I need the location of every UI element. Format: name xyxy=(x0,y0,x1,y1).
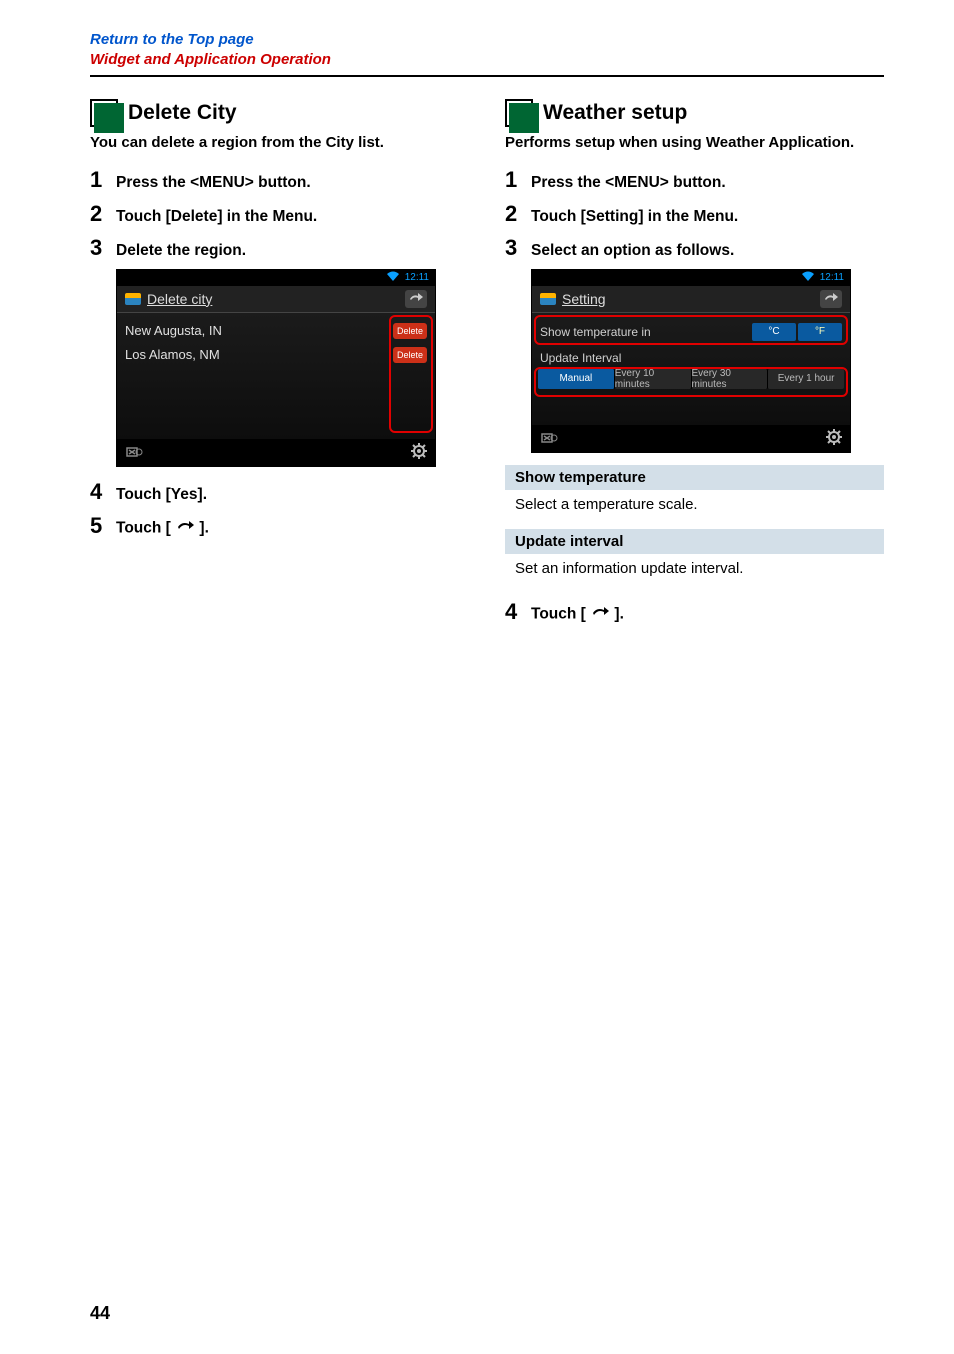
section-intro: You can delete a region from the City li… xyxy=(90,133,469,153)
desc-heading-show-temperature: Show temperature xyxy=(505,465,884,490)
step-text: Select an option as follows. xyxy=(531,242,734,260)
temperature-row: Show temperature in °C °F xyxy=(538,319,844,345)
section-marker-icon xyxy=(90,99,118,127)
status-bar: 12:11 xyxy=(117,270,435,286)
step-number: 5 xyxy=(90,513,116,539)
weather-app-icon xyxy=(540,293,556,305)
back-button[interactable] xyxy=(820,290,842,308)
screen-footer xyxy=(532,425,850,452)
right-column: Weather setup Performs setup when using … xyxy=(505,99,884,633)
section-marker-icon xyxy=(505,99,533,127)
back-arrow-icon xyxy=(590,605,610,624)
step-5: 5 Touch [ ]. xyxy=(90,513,469,539)
section-heading-delete-city: Delete City xyxy=(90,99,469,127)
desc-body: Set an information update interval. xyxy=(505,554,884,581)
screen-body: Show temperature in °C °F Update Interva… xyxy=(532,313,850,425)
city-row: Los Alamos, NM Delete xyxy=(123,343,429,367)
delete-button[interactable]: Delete xyxy=(393,347,427,363)
status-time: 12:11 xyxy=(820,272,844,283)
wifi-icon xyxy=(802,271,814,284)
gear-icon[interactable] xyxy=(411,443,427,462)
weather-app-icon xyxy=(125,293,141,305)
row-label: Show temperature in xyxy=(540,325,651,339)
delete-button[interactable]: Delete xyxy=(393,323,427,339)
step-number: 4 xyxy=(505,599,531,625)
step-1: 1 Press the <MENU> button. xyxy=(505,167,884,193)
section-heading-weather-setup: Weather setup xyxy=(505,99,884,127)
screen-body: New Augusta, IN Delete Los Alamos, NM De… xyxy=(117,313,435,439)
step-number: 2 xyxy=(505,201,531,227)
interval-segment: Manual Every 10 minutes Every 30 minutes… xyxy=(538,369,844,389)
fahrenheit-button[interactable]: °F xyxy=(798,323,842,341)
screen-title: Setting xyxy=(562,291,606,307)
close-icon[interactable] xyxy=(125,444,143,461)
step-text: Press the <MENU> button. xyxy=(116,174,311,192)
section-link[interactable]: Widget and Application Operation xyxy=(90,50,884,70)
step-number: 4 xyxy=(90,479,116,505)
wifi-icon xyxy=(387,271,399,284)
status-bar: 12:11 xyxy=(532,270,850,286)
step-2: 2 Touch [Setting] in the Menu. xyxy=(505,201,884,227)
back-arrow-icon xyxy=(175,519,195,538)
step-text: Delete the region. xyxy=(116,242,246,260)
interval-1hour[interactable]: Every 1 hour xyxy=(768,369,844,389)
header-divider xyxy=(90,75,884,77)
close-icon[interactable] xyxy=(540,430,558,447)
gear-icon[interactable] xyxy=(826,429,842,448)
step-3: 3 Select an option as follows. xyxy=(505,235,884,261)
screen-titlebar: Delete city xyxy=(117,286,435,313)
celsius-button[interactable]: °C xyxy=(752,323,796,341)
interval-10min[interactable]: Every 10 minutes xyxy=(615,369,692,389)
step-text: Touch [Setting] in the Menu. xyxy=(531,208,738,226)
step-number: 2 xyxy=(90,201,116,227)
step-number: 1 xyxy=(505,167,531,193)
update-interval-label: Update Interval xyxy=(538,345,844,367)
step-number: 3 xyxy=(505,235,531,261)
screenshot-delete-city: 12:11 Delete city New Augusta, IN Delete… xyxy=(116,269,436,467)
step-number: 3 xyxy=(90,235,116,261)
section-intro: Performs setup when using Weather Applic… xyxy=(505,133,884,153)
return-top-link[interactable]: Return to the Top page xyxy=(90,30,884,50)
step-text: Touch [ ]. xyxy=(116,519,209,538)
temperature-segment: °C °F xyxy=(752,323,842,341)
desc-heading-update-interval: Update interval xyxy=(505,529,884,554)
step-4: 4 Touch [ ]. xyxy=(505,599,884,625)
city-name: New Augusta, IN xyxy=(125,323,222,338)
step-number: 1 xyxy=(90,167,116,193)
screenshot-setting: 12:11 Setting Show temperature in °C °F xyxy=(531,269,851,453)
step-text: Touch [Delete] in the Menu. xyxy=(116,208,317,226)
interval-manual[interactable]: Manual xyxy=(538,369,615,389)
step-text: Touch [Yes]. xyxy=(116,486,207,504)
step-text: Press the <MENU> button. xyxy=(531,174,726,192)
status-time: 12:11 xyxy=(405,272,429,283)
left-column: Delete City You can delete a region from… xyxy=(90,99,469,633)
step-2: 2 Touch [Delete] in the Menu. xyxy=(90,201,469,227)
screen-footer xyxy=(117,439,435,466)
step-3: 3 Delete the region. xyxy=(90,235,469,261)
back-button[interactable] xyxy=(405,290,427,308)
city-name: Los Alamos, NM xyxy=(125,347,220,362)
section-title: Delete City xyxy=(128,101,237,125)
page-number: 44 xyxy=(90,1303,110,1324)
step-1: 1 Press the <MENU> button. xyxy=(90,167,469,193)
step-4: 4 Touch [Yes]. xyxy=(90,479,469,505)
step-text: Touch [ ]. xyxy=(531,605,624,624)
screen-title: Delete city xyxy=(147,291,212,307)
interval-30min[interactable]: Every 30 minutes xyxy=(692,369,769,389)
city-row: New Augusta, IN Delete xyxy=(123,319,429,343)
desc-body: Select a temperature scale. xyxy=(505,490,884,517)
section-title: Weather setup xyxy=(543,101,687,125)
top-link-block: Return to the Top page Widget and Applic… xyxy=(90,30,884,71)
screen-titlebar: Setting xyxy=(532,286,850,313)
